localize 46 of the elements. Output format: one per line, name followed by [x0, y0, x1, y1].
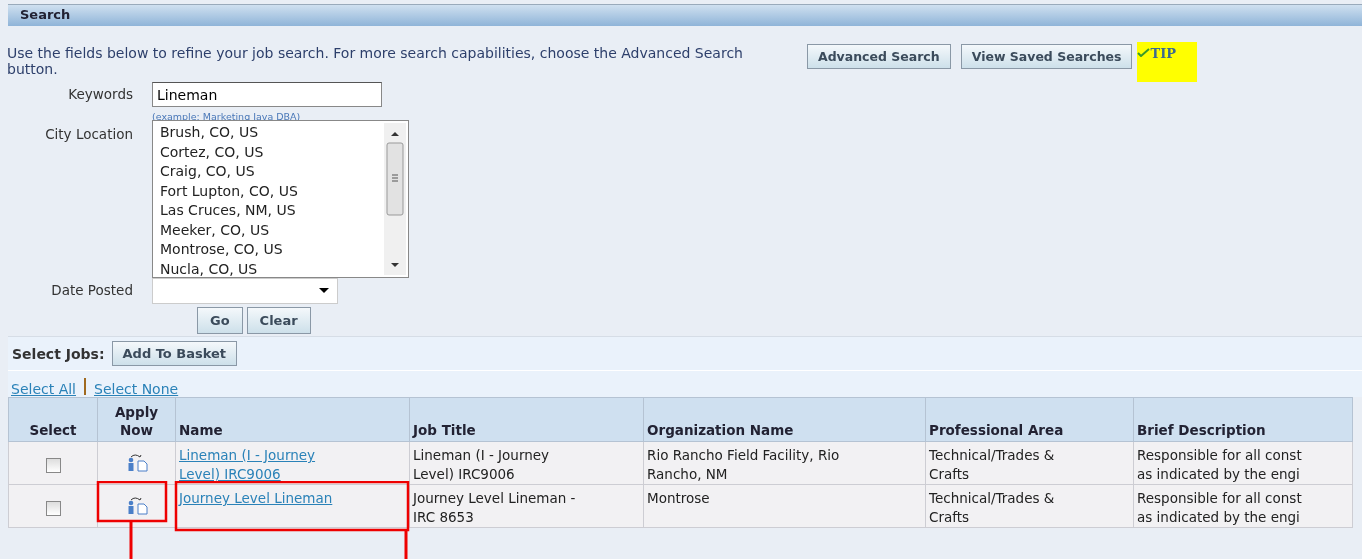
column-header: Brief Description	[1133, 397, 1353, 442]
field-label: Keywords	[67, 86, 134, 102]
column-header: Select	[8, 397, 98, 442]
scrollbar-icon[interactable]	[384, 123, 406, 275]
field-label: Date Posted	[50, 282, 134, 298]
row-checkbox[interactable]	[45, 458, 61, 473]
list-option[interactable]: Craig, CO, US	[160, 162, 298, 182]
field-label: City Location	[44, 126, 134, 142]
table-cell: Journey Level Lineman - IRC 8653	[409, 484, 644, 528]
table-cell: Lineman (I - Journey Level) IRC9006	[409, 441, 644, 485]
list-option[interactable]: Nucla, CO, US	[160, 259, 298, 279]
keywords-field[interactable]: Lineman	[152, 82, 382, 107]
list-option[interactable]: Montrose, CO, US	[160, 240, 298, 260]
section-header: Search	[8, 4, 1362, 26]
list-option[interactable]: Las Cruces, NM, US	[160, 201, 298, 221]
add-to-basket-button[interactable]: Add To Basket	[111, 341, 238, 366]
table-cell: Responsible for all const as indicated by the engi	[1133, 441, 1353, 485]
column-header: Job Title	[409, 397, 644, 442]
column-header: Apply Now	[97, 397, 176, 442]
table-cell: Technical/Trades & Crafts	[925, 441, 1134, 485]
intro-text: Use the fields below to refine your job search. For more search capabilities, choose the Advanced Search button.	[7, 45, 744, 77]
list-option[interactable]: Cortez, CO, US	[160, 142, 298, 162]
job-link[interactable]: Lineman (I - Journey Level) IRC9006	[179, 446, 316, 484]
list-option[interactable]: Brush, CO, US	[160, 123, 298, 143]
column-header: Professional Area	[925, 397, 1134, 442]
table-cell: Responsible for all const as indicated by the engi	[1133, 484, 1353, 528]
select-jobs-label: Select Jobs:	[12, 345, 105, 362]
form-button[interactable]: Clear	[246, 307, 311, 334]
column-header: Organization Name	[643, 397, 926, 442]
checkmark-icon	[1137, 48, 1151, 57]
row-checkbox[interactable]	[45, 501, 61, 516]
list-option[interactable]: Meeker, CO, US	[160, 220, 298, 240]
tip-label: TIP	[1150, 46, 1176, 61]
tip-badge[interactable]: TIP	[1137, 42, 1198, 82]
search-option-button[interactable]: View Saved Searches	[960, 44, 1133, 69]
caret-icon	[319, 288, 329, 294]
search-option-button[interactable]: Advanced Search	[807, 44, 951, 69]
list-option[interactable]: Fort Lupton, CO, US	[160, 181, 298, 201]
table-cell: Rio Rancho Field Facility, Rio Rancho, NM	[643, 441, 926, 485]
city-listbox[interactable]: Brush, CO, US Cortez, CO, US Craig, CO, US Fort Lupton, CO, US Las Cruces, NM, US Meeker, CO, US Montrose, CO, US Nucla, CO, US	[152, 120, 409, 278]
select-link[interactable]: Select None	[94, 381, 179, 397]
form-button[interactable]: Go	[197, 307, 243, 334]
column-header: Name	[175, 397, 410, 442]
table-cell: Montrose	[643, 484, 926, 528]
table-cell: Technical/Trades & Crafts	[925, 484, 1134, 528]
select-link[interactable]: Select All	[11, 381, 76, 397]
